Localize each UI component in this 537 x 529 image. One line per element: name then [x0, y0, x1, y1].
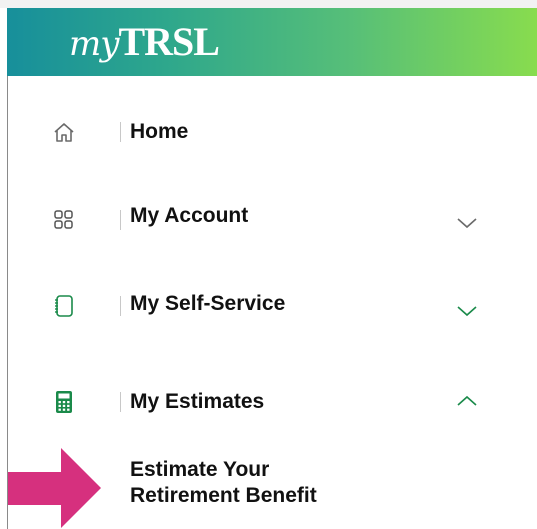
mytrsl-logo[interactable]: myTRSL [69, 18, 220, 68]
pointer-arrow-icon [8, 448, 101, 528]
nav-separator [120, 210, 121, 230]
logo-trsl-text: TRSL [118, 19, 219, 64]
subitem-label-line2: Retirement Benefit [130, 484, 317, 507]
sidebar-item-home[interactable]: Home [8, 102, 537, 162]
app-header: myTRSL [7, 8, 537, 76]
chevron-down-icon[interactable] [456, 216, 478, 230]
sidebar-item-my-estimates[interactable]: My Estimates [8, 372, 537, 432]
logo-my-text: my [69, 24, 119, 64]
sidebar-item-my-account[interactable]: My Account [8, 186, 537, 246]
nav-separator [120, 296, 121, 316]
sidebar-item-label: My Account [130, 204, 249, 227]
sidebar-nav: Home My Account My Self-Service My Estim… [7, 76, 537, 529]
sidebar-item-my-self-service[interactable]: My Self-Service [8, 272, 537, 332]
subitem-label-line1: Estimate Your [130, 458, 270, 481]
sidebar-subitem-estimate-retirement-benefit[interactable]: Estimate Your Retirement Benefit [130, 457, 317, 509]
grid-icon [54, 210, 73, 229]
nav-separator [120, 392, 121, 412]
sidebar-item-label: Home [130, 120, 189, 143]
sidebar-item-label: My Self-Service [130, 292, 286, 315]
window-top-strip [0, 0, 537, 8]
chevron-down-icon[interactable] [456, 304, 478, 318]
calculator-icon [56, 391, 72, 413]
sidebar-item-label: My Estimates [130, 390, 265, 413]
chevron-up-icon[interactable] [456, 394, 478, 408]
nav-separator [120, 122, 121, 142]
home-icon [54, 123, 74, 142]
notebook-icon [55, 295, 73, 317]
